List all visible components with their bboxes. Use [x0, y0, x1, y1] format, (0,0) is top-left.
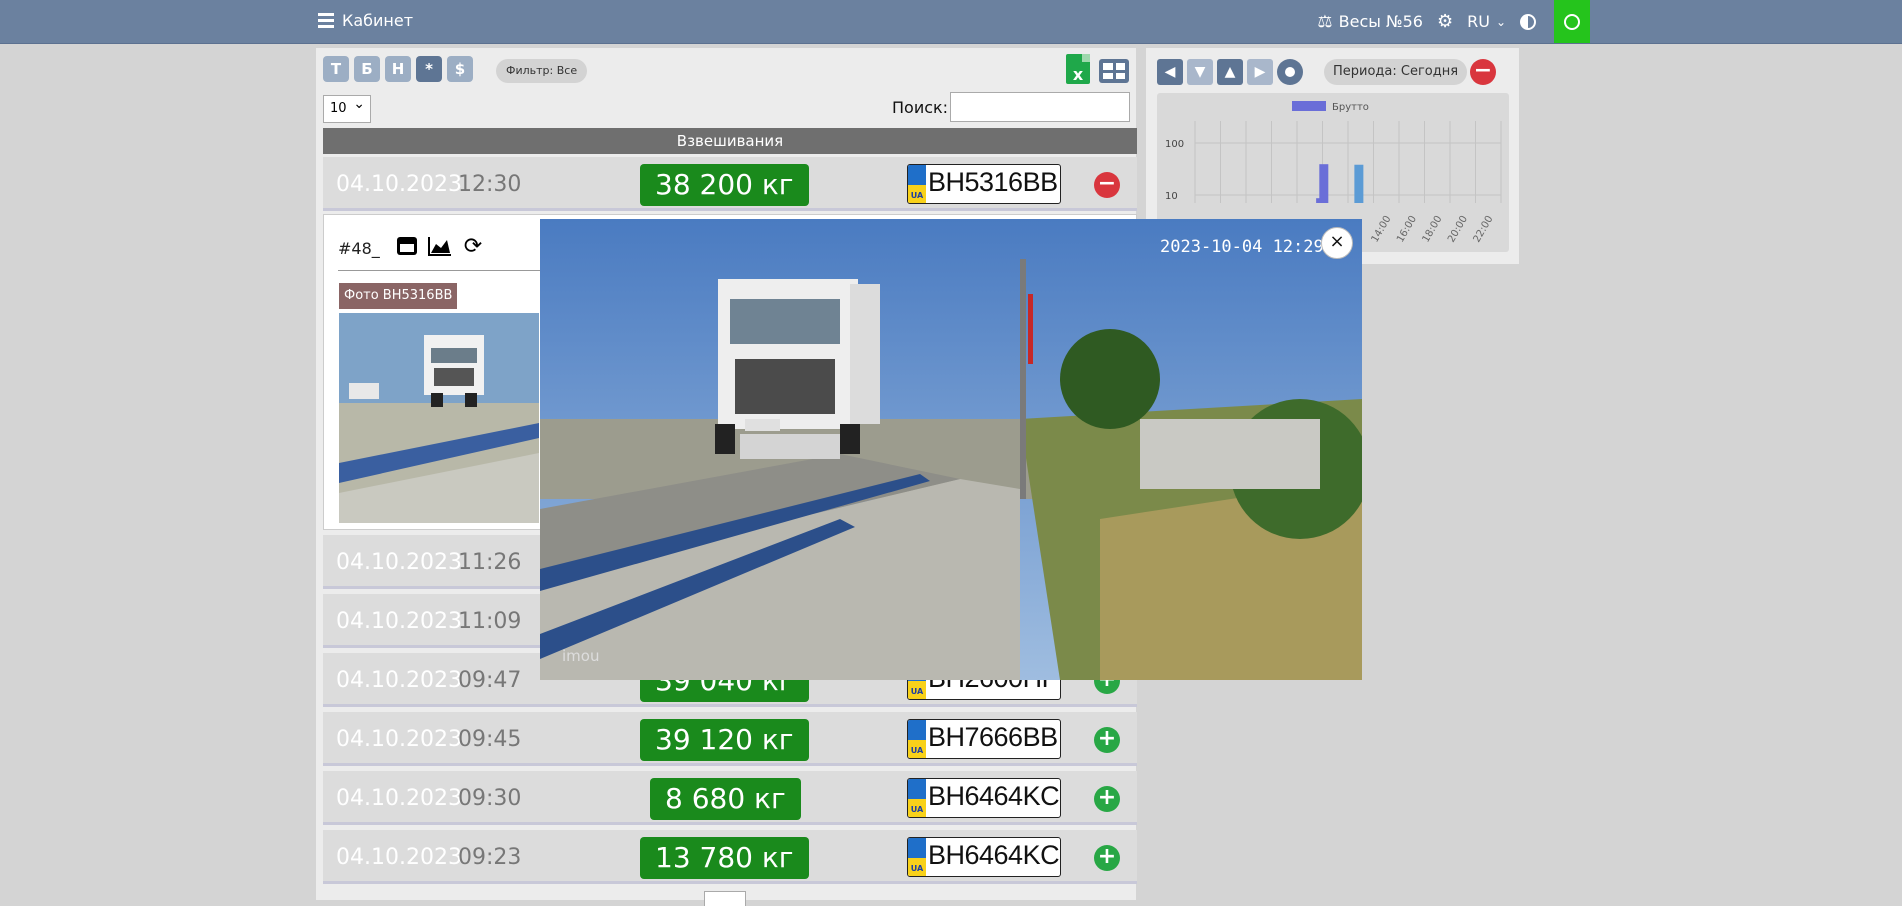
ticket-icon[interactable]	[394, 233, 420, 259]
type-button-all[interactable]: *	[416, 56, 442, 82]
language-selector[interactable]: RU ⌄	[1467, 12, 1506, 31]
gear-icon[interactable]: ⚙	[1437, 12, 1453, 31]
x-tick-label: 18:00	[1421, 214, 1445, 244]
type-button-dollar[interactable]: $	[447, 56, 473, 82]
table-title: Взвешивания	[323, 128, 1137, 154]
expand-button[interactable]: +	[1094, 786, 1120, 812]
row-date: 04.10.2023	[336, 786, 462, 811]
cabinet-link[interactable]: Кабинет	[318, 11, 413, 30]
row-time: 09:23	[458, 845, 522, 870]
x-tick-label: 16:00	[1395, 214, 1419, 244]
photo-thumbnail[interactable]	[339, 313, 539, 523]
user-button[interactable]	[1554, 0, 1590, 43]
per-page-value: 10	[330, 101, 347, 116]
nav-up-button[interactable]: ▲	[1217, 59, 1243, 85]
row-date: 04.10.2023	[336, 845, 462, 870]
x-tick-label: 14:00	[1370, 214, 1394, 244]
y-tick-label: 10	[1165, 191, 1178, 202]
photo-tag: Фото BH5316BB	[339, 283, 458, 309]
x-tick-label: 20:00	[1446, 214, 1470, 244]
row-weight: 13 780 кг	[640, 837, 809, 879]
nav-down-button[interactable]: ▼	[1187, 59, 1213, 85]
type-button-b[interactable]: Б	[354, 56, 380, 82]
chart-icon[interactable]	[427, 233, 453, 259]
language-label: RU	[1467, 12, 1490, 31]
top-navbar: Кабинет ⚖ Весы №56 ⚙ RU ⌄	[0, 0, 1902, 44]
type-button-n[interactable]: Н	[385, 56, 411, 82]
nav-left-button[interactable]: ◀	[1157, 59, 1183, 85]
license-plate: UA BH6464KC	[907, 778, 1061, 818]
period-chip[interactable]: Периода: Сегодня	[1324, 59, 1468, 85]
close-modal-button[interactable]: ×	[1321, 227, 1353, 259]
license-plate: UA BH6464KC	[907, 837, 1061, 877]
search-label: Поиск:	[892, 98, 949, 117]
collapse-button[interactable]: −	[1094, 172, 1120, 198]
ua-flag-icon: UA	[908, 165, 926, 203]
brand-label: Кабинет	[342, 11, 414, 30]
chevron-down-icon: ⌄	[1495, 14, 1506, 29]
nav-right-button[interactable]: ▶	[1247, 59, 1273, 85]
refresh-icon[interactable]: ⟳	[460, 233, 486, 259]
row-time: 09:47	[458, 668, 522, 693]
row-weight: 38 200 кг	[640, 164, 809, 206]
weighing-id: #48_	[338, 239, 380, 258]
row-time: 09:30	[458, 786, 522, 811]
table-row[interactable]: 04.10.2023 12:30 38 200 кг UA BH5316BB −	[323, 157, 1137, 211]
scale-selector[interactable]: ⚖ Весы №56	[1317, 12, 1423, 32]
row-time: 12:30	[458, 172, 522, 197]
row-time: 09:45	[458, 727, 522, 752]
row-weight: 8 680 кг	[650, 778, 801, 820]
menu-icon	[318, 13, 334, 28]
plate-number: BH7666BB	[928, 722, 1058, 752]
expand-button[interactable]: +	[1094, 727, 1120, 753]
type-button-t[interactable]: Т	[323, 56, 349, 82]
row-date: 04.10.2023	[336, 668, 462, 693]
type-filter-buttons: Т Б Н * $	[323, 56, 473, 82]
grid-view-icon[interactable]	[1099, 59, 1129, 83]
chart-bar	[1319, 164, 1329, 203]
plate-number: BH6464KC	[928, 840, 1060, 870]
license-plate: UA BH7666BB	[907, 719, 1061, 759]
table-row[interactable]: 04.10.2023 09:45 39 120 кг UA BH7666BB +	[323, 712, 1137, 766]
photo-watermark: imou	[562, 647, 600, 665]
table-row[interactable]: 04.10.2023 09:23 13 780 кг UA BH6464KC +	[323, 830, 1137, 884]
license-plate: UA BH5316BB	[907, 164, 1061, 204]
excel-export-icon[interactable]: x	[1066, 54, 1090, 84]
legend-swatch	[1292, 101, 1326, 111]
ua-flag-icon: UA	[908, 779, 926, 817]
contrast-icon[interactable]	[1520, 13, 1536, 30]
x-tick-label: 22:00	[1472, 214, 1496, 244]
photo-timestamp: 2023-10-04 12:29:2	[1160, 237, 1345, 257]
row-weight: 39 120 кг	[640, 719, 809, 761]
per-page-select[interactable]: 10	[323, 95, 371, 123]
plate-number: BH6464KC	[928, 781, 1060, 811]
search-input[interactable]	[950, 92, 1130, 122]
period-nav: ◀ ▼ ▲ ▶	[1157, 59, 1303, 85]
ua-flag-icon: UA	[908, 720, 926, 758]
expand-button[interactable]: +	[1094, 845, 1120, 871]
row-date: 04.10.2023	[336, 609, 462, 634]
nav-today-button[interactable]	[1277, 59, 1303, 85]
scale-label: Весы №56	[1338, 12, 1423, 31]
user-icon	[1564, 13, 1580, 30]
scale-icon: ⚖	[1317, 11, 1333, 32]
row-date: 04.10.2023	[336, 727, 462, 752]
row-date: 04.10.2023	[336, 172, 462, 197]
pagination[interactable]	[704, 891, 746, 906]
y-tick-label: 100	[1165, 139, 1184, 150]
truck-photo	[540, 219, 1362, 680]
row-time: 11:26	[458, 550, 522, 575]
ua-flag-icon: UA	[908, 838, 926, 876]
row-date: 04.10.2023	[336, 550, 462, 575]
row-time: 11:09	[458, 609, 522, 634]
photo-modal: 2023-10-04 12:29:2 imou	[540, 219, 1362, 680]
chart-bar	[1354, 164, 1364, 203]
filter-chip[interactable]: Фильтр: Все	[496, 59, 588, 83]
legend-label: Брутто	[1332, 102, 1369, 113]
plate-number: BH5316BB	[928, 167, 1058, 197]
table-row[interactable]: 04.10.2023 09:30 8 680 кг UA BH6464KC +	[323, 771, 1137, 825]
remove-chart-button[interactable]: −	[1470, 59, 1496, 85]
